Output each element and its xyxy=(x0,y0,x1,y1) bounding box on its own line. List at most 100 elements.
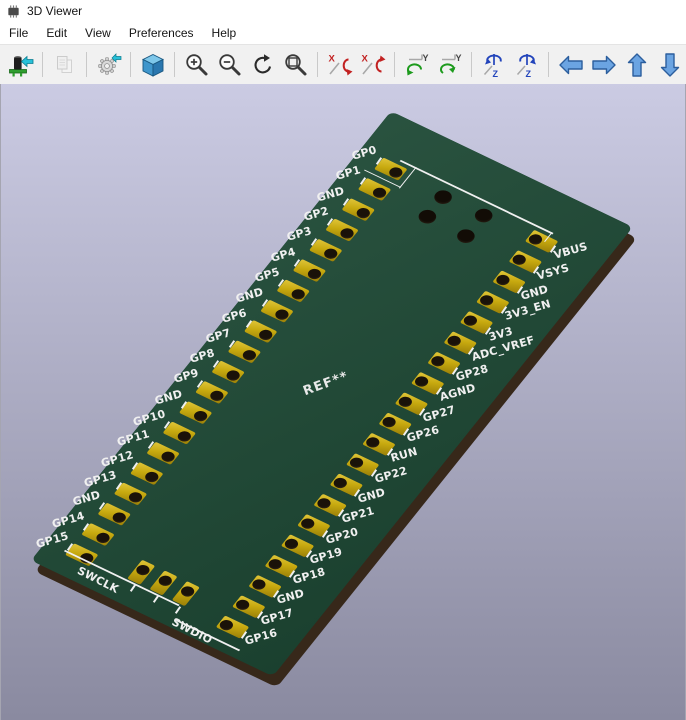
toolbar-separator xyxy=(317,52,318,77)
pad-hole xyxy=(429,354,447,368)
zoom-in[interactable] xyxy=(181,49,212,80)
pad-hole xyxy=(234,598,252,612)
menu-view[interactable]: View xyxy=(76,22,120,44)
toolbar: X X Y Y xyxy=(0,44,686,84)
pad-hole xyxy=(126,490,144,504)
reload-board-icon xyxy=(8,52,34,78)
menu-help[interactable]: Help xyxy=(203,22,246,44)
pad-hole xyxy=(380,415,398,429)
zoom-out-icon xyxy=(217,52,243,78)
pad-hole xyxy=(347,456,365,470)
pad-hole xyxy=(143,470,161,484)
pad-hole xyxy=(494,273,512,287)
pad-hole xyxy=(315,496,333,510)
rotate-x-clockwise[interactable]: X xyxy=(324,49,355,80)
render-options[interactable] xyxy=(93,49,124,80)
pad-hole xyxy=(224,368,242,382)
rotate-y-clockwise[interactable]: Y xyxy=(401,49,432,80)
arrow-down-icon xyxy=(657,52,683,78)
svg-text:Z: Z xyxy=(492,69,498,78)
cube-icon xyxy=(140,52,166,78)
pad-hole xyxy=(289,287,307,301)
rotate-y-counterclockwise[interactable]: Y xyxy=(434,49,465,80)
move-down[interactable] xyxy=(654,49,685,80)
pad-hole xyxy=(94,531,112,545)
rotate-z-counterclockwise[interactable]: Z xyxy=(511,49,542,80)
gear-icon xyxy=(96,52,122,78)
pad-hole xyxy=(134,563,152,577)
pad-hole xyxy=(175,429,193,443)
svg-text:X: X xyxy=(361,53,368,64)
pad-hole xyxy=(110,511,128,525)
pad-hole xyxy=(299,517,317,531)
pad-hole xyxy=(526,232,544,246)
toolbar-separator xyxy=(174,52,175,77)
pad-hole xyxy=(257,328,275,342)
redraw-icon xyxy=(250,52,276,78)
rotate-z-cw-icon: Z xyxy=(481,52,507,78)
rotate-x-cw-icon: X xyxy=(327,52,353,78)
pad-hole xyxy=(250,577,268,591)
pad-hole xyxy=(273,308,291,322)
toolbar-separator xyxy=(42,52,43,77)
pad-hole xyxy=(156,574,174,588)
menu-preferences[interactable]: Preferences xyxy=(120,22,203,44)
menu-bar: File Edit View Preferences Help xyxy=(0,22,686,44)
toolbar-separator xyxy=(86,52,87,77)
mounting-hole xyxy=(415,207,439,226)
zoom-out[interactable] xyxy=(214,49,245,80)
move-left[interactable] xyxy=(555,49,586,80)
rotate-y-ccw-icon: Y xyxy=(437,52,463,78)
arrow-right-icon xyxy=(591,52,617,78)
rotate-z-ccw-icon: Z xyxy=(514,52,540,78)
rotate-z-clockwise[interactable]: Z xyxy=(478,49,509,80)
pad-hole xyxy=(179,584,197,598)
menu-edit[interactable]: Edit xyxy=(37,22,76,44)
pad-hole xyxy=(208,389,226,403)
pad-hole xyxy=(282,537,300,551)
pad-hole xyxy=(413,374,431,388)
redraw[interactable] xyxy=(247,49,278,80)
pad-hole xyxy=(305,267,323,281)
arrow-up-icon xyxy=(624,52,650,78)
zoom-in-icon xyxy=(184,52,210,78)
pad-hole xyxy=(217,618,235,632)
mounting-hole xyxy=(454,227,478,246)
toolbar-separator xyxy=(130,52,131,77)
toolbar-separator xyxy=(548,52,549,77)
svg-text:Y: Y xyxy=(455,53,461,63)
copy-icon xyxy=(52,52,78,78)
pad-hole xyxy=(387,165,405,179)
viewport-3d[interactable]: GP0GP1GNDGP2GP3GP4GP5GNDGP6GP7GP8GP9GNDG… xyxy=(0,84,686,720)
zoom-fit-icon xyxy=(283,52,309,78)
svg-text:X: X xyxy=(328,53,335,64)
pad-hole xyxy=(364,435,382,449)
pad-hole xyxy=(159,450,177,464)
orthographic-projection[interactable] xyxy=(137,49,168,80)
zoom-to-fit[interactable] xyxy=(280,49,311,80)
mounting-hole xyxy=(472,206,496,225)
move-up[interactable] xyxy=(621,49,652,80)
copy-image[interactable] xyxy=(49,49,80,80)
pad-hole xyxy=(331,476,349,490)
pad-hole xyxy=(478,293,496,307)
pad-hole xyxy=(338,226,356,240)
pad-hole xyxy=(240,348,258,362)
window-title: 3D Viewer xyxy=(27,4,82,18)
menu-file[interactable]: File xyxy=(0,22,37,44)
rotate-x-counterclockwise[interactable]: X xyxy=(357,49,388,80)
chip-icon xyxy=(6,4,21,19)
pad-hole xyxy=(396,395,414,409)
reload-board[interactable] xyxy=(5,49,36,80)
pad-hole xyxy=(445,334,463,348)
pad-hole xyxy=(192,409,210,423)
svg-text:Y: Y xyxy=(422,53,428,63)
move-right[interactable] xyxy=(588,49,619,80)
pad-hole xyxy=(354,206,372,220)
pad-hole xyxy=(322,247,340,261)
toolbar-separator xyxy=(471,52,472,77)
pad-hole xyxy=(510,253,528,267)
rotate-x-ccw-icon: X xyxy=(360,52,386,78)
title-bar: 3D Viewer xyxy=(0,0,686,22)
pad-hole xyxy=(461,314,479,328)
